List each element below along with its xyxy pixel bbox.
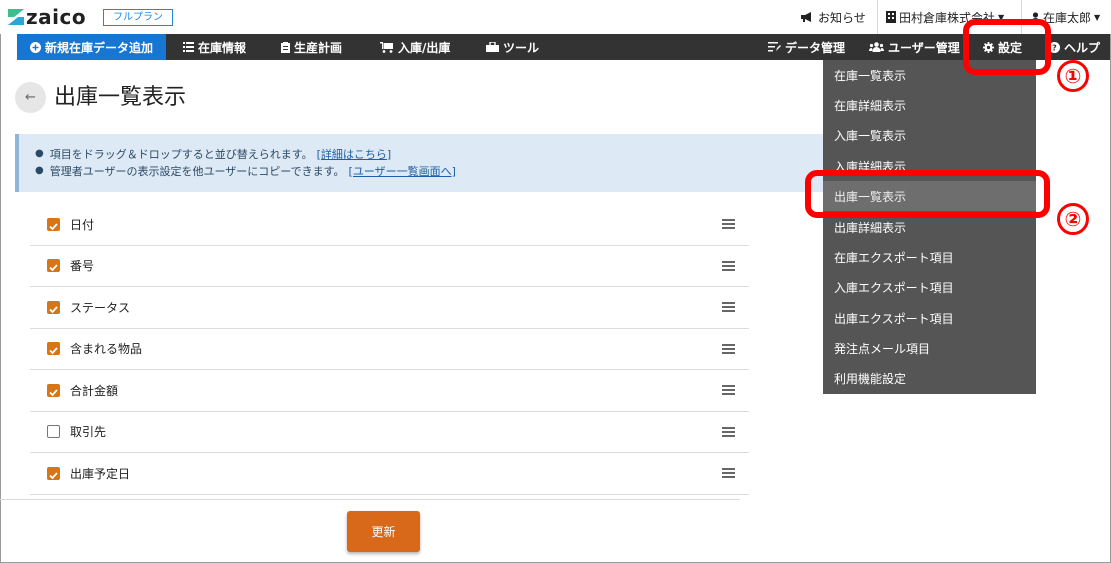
clipboard-icon bbox=[281, 41, 290, 53]
drag-handle-icon[interactable] bbox=[722, 466, 735, 480]
top-header: zaico フルプラン お知らせ 田村倉庫株式会社 ▼ 在庫太郎 ▼ bbox=[0, 0, 1111, 34]
users-icon bbox=[869, 42, 884, 52]
drag-handle-icon[interactable] bbox=[722, 217, 735, 231]
nav-help[interactable]: ? ヘルプ bbox=[1049, 34, 1100, 60]
logo-text: zaico bbox=[26, 5, 87, 29]
zaico-logo[interactable]: zaico bbox=[8, 5, 87, 29]
plus-circle-icon bbox=[29, 41, 41, 53]
field-checkbox[interactable] bbox=[47, 259, 60, 273]
new-item-button[interactable]: 新規在庫データ追加 bbox=[17, 34, 166, 60]
list-icon bbox=[183, 42, 194, 52]
drag-handle-icon[interactable] bbox=[722, 425, 735, 439]
new-item-label: 新規在庫データ追加 bbox=[44, 40, 153, 55]
update-button[interactable]: 更新 bbox=[347, 511, 420, 552]
bullet-icon: ● bbox=[35, 148, 44, 159]
nav-user-mgmt[interactable]: ユーザー管理 bbox=[869, 34, 960, 60]
notice-link[interactable]: お知らせ bbox=[800, 0, 866, 34]
page-title: 出庫一覧表示 bbox=[54, 85, 187, 110]
nav-data-mgmt-label: データ管理 bbox=[785, 40, 846, 55]
field-row[interactable]: 日付 bbox=[30, 204, 749, 246]
field-row[interactable]: 合計金額 bbox=[30, 370, 749, 412]
nav-in-out-label: 入庫/出庫 bbox=[398, 40, 451, 55]
field-label: 合計金額 bbox=[70, 383, 119, 398]
drag-handle-icon[interactable] bbox=[722, 259, 735, 273]
arrow-left-icon: ← bbox=[25, 90, 36, 105]
field-checkbox[interactable] bbox=[47, 466, 60, 480]
bullet-icon: ● bbox=[35, 165, 44, 176]
info-line-1: ● 項目をドラッグ＆ドロップすると並び替えられます。 [詳細はこちら] bbox=[35, 146, 392, 162]
settings-dropdown: 在庫一覧表示 在庫詳細表示 入庫一覧表示 入庫詳細表示 出庫一覧表示 出庫詳細表… bbox=[823, 60, 1036, 394]
user-name: 在庫太郎 bbox=[1043, 10, 1092, 25]
building-icon bbox=[886, 11, 896, 23]
main-navbar: 新規在庫データ追加 在庫情報 生産計画 入庫/出庫 ツール データ管理 ユーザー… bbox=[17, 34, 1110, 60]
field-row[interactable]: 含まれる物品 bbox=[30, 329, 749, 370]
dropdown-item[interactable]: 入庫エクスポート項目 bbox=[823, 272, 1036, 302]
dropdown-item[interactable]: 出庫エクスポート項目 bbox=[823, 303, 1036, 333]
plan-badge: フルプラン bbox=[103, 9, 173, 26]
dropdown-item[interactable]: 在庫詳細表示 bbox=[823, 90, 1036, 120]
field-checkbox[interactable] bbox=[47, 383, 60, 397]
info-box: ● 項目をドラッグ＆ドロップすると並び替えられます。 [詳細はこちら] ● 管理… bbox=[15, 134, 845, 192]
field-row[interactable]: ステータス bbox=[30, 287, 749, 329]
dropdown-item[interactable]: 発注点メール項目 bbox=[823, 333, 1036, 363]
annotation-number-1: ① bbox=[1057, 60, 1089, 92]
detail-link[interactable]: [詳細はこちら] bbox=[317, 146, 392, 162]
user-list-link[interactable]: [ユーザー一覧画面へ] bbox=[349, 163, 456, 179]
field-label: 出庫予定日 bbox=[70, 466, 131, 481]
drag-handle-icon[interactable] bbox=[722, 300, 735, 314]
nav-inventory-label: 在庫情報 bbox=[198, 40, 247, 55]
nav-user-mgmt-label: ユーザー管理 bbox=[888, 40, 960, 55]
svg-text:?: ? bbox=[1052, 43, 1057, 52]
header-divider bbox=[877, 0, 878, 34]
field-row[interactable]: 番号 bbox=[30, 246, 749, 287]
field-row[interactable]: 出庫予定日 bbox=[30, 453, 749, 495]
drag-handle-icon[interactable] bbox=[722, 342, 735, 356]
field-label: 含まれる物品 bbox=[70, 342, 143, 357]
dropdown-item[interactable]: 入庫一覧表示 bbox=[823, 120, 1036, 150]
caret-down-icon: ▼ bbox=[1094, 12, 1101, 22]
field-checkbox[interactable] bbox=[47, 217, 60, 231]
annotation-box-2 bbox=[805, 170, 1050, 218]
field-label: ステータス bbox=[70, 300, 131, 315]
nav-data-mgmt[interactable]: データ管理 bbox=[768, 34, 845, 60]
edit-list-icon bbox=[768, 42, 781, 52]
nav-tools-label: ツール bbox=[503, 40, 540, 55]
annotation-number-2: ② bbox=[1057, 203, 1089, 235]
field-label: 日付 bbox=[70, 217, 95, 232]
field-label: 番号 bbox=[70, 259, 95, 274]
nav-in-out[interactable]: 入庫/出庫 bbox=[380, 34, 450, 60]
nav-inventory[interactable]: 在庫情報 bbox=[183, 34, 246, 60]
field-list: 日付 番号 ステータス 含まれる物品 合計金額 取引先 出庫予定日 bbox=[30, 204, 749, 495]
back-button[interactable]: ← bbox=[15, 82, 46, 113]
info-line-2: ● 管理者ユーザーの表示設定を他ユーザーにコピーできます。 [ユーザー一覧画面へ… bbox=[35, 163, 456, 179]
megaphone-icon bbox=[801, 12, 811, 22]
drag-handle-icon[interactable] bbox=[722, 383, 735, 397]
field-checkbox[interactable] bbox=[47, 425, 60, 439]
nav-tools[interactable]: ツール bbox=[486, 34, 539, 60]
nav-production-label: 生産計画 bbox=[294, 40, 343, 55]
field-label: 取引先 bbox=[70, 425, 107, 440]
field-checkbox[interactable] bbox=[47, 342, 60, 356]
dropdown-item[interactable]: 利用機能設定 bbox=[823, 363, 1036, 393]
list-divider bbox=[0, 499, 740, 500]
nav-help-label: ヘルプ bbox=[1064, 40, 1101, 55]
field-checkbox[interactable] bbox=[47, 300, 60, 314]
nav-production[interactable]: 生産計画 bbox=[281, 34, 342, 60]
zaico-logo-icon bbox=[8, 9, 24, 25]
notice-label: お知らせ bbox=[818, 10, 866, 25]
cart-icon bbox=[380, 41, 394, 53]
annotation-box-1 bbox=[963, 19, 1051, 75]
field-row[interactable]: 取引先 bbox=[30, 412, 749, 453]
toolbox-icon bbox=[486, 42, 499, 52]
dropdown-item[interactable]: 在庫エクスポート項目 bbox=[823, 242, 1036, 272]
